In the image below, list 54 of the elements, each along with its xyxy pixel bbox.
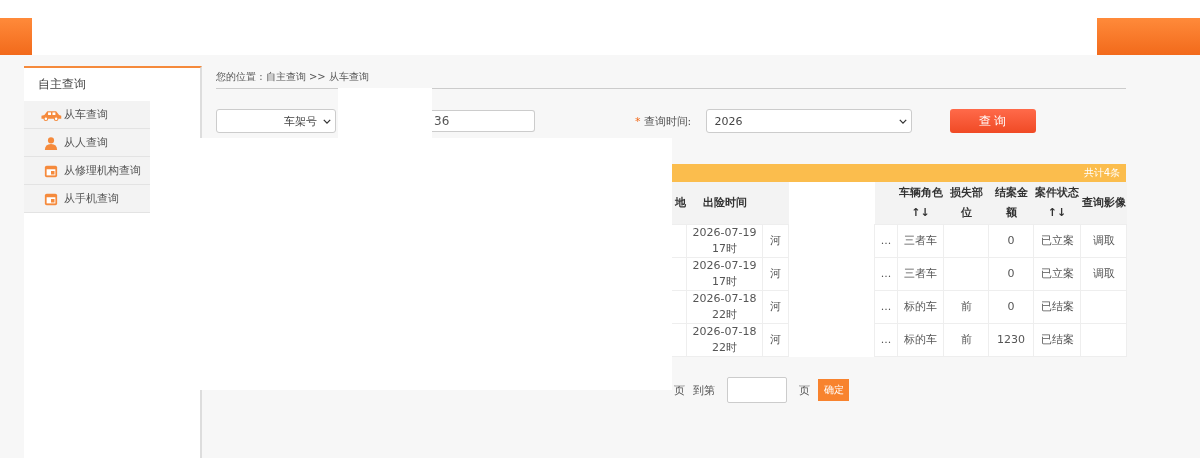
chevron-down-icon (323, 118, 331, 124)
person-icon (44, 135, 58, 150)
table-cell: 河 (762, 323, 789, 357)
sidebar-item[interactable]: 从人查询 (24, 129, 150, 157)
sidebar-item[interactable]: 从手机查询 (24, 185, 150, 213)
table-cell: 2026-07-19 17时 (686, 224, 763, 258)
table-cell: 河 (762, 290, 789, 324)
table-cell: 三者车 (897, 224, 944, 258)
total-count: 共计4条 (1083, 166, 1120, 180)
page-label: 页 (799, 382, 810, 398)
page-input[interactable] (727, 377, 787, 403)
table-cell: ... (874, 290, 898, 324)
time-select[interactable]: 2026 (705, 109, 912, 133)
search-field[interactable]: 36 (432, 110, 535, 132)
table-cell: ... (874, 257, 898, 291)
table-cell: 前 (943, 290, 989, 324)
table-cell: 已结案 (1033, 323, 1081, 357)
column-header: 查询影像 (1080, 182, 1127, 225)
table-cell: 河 (762, 257, 789, 291)
sidebar-item[interactable]: 从车查询 (24, 101, 150, 129)
column-header: 结案金额 (988, 182, 1034, 225)
table-cell: 0 (988, 224, 1034, 258)
table-cell: 已立案 (1033, 224, 1081, 258)
table-cell: 2026-07-18 22时 (686, 290, 763, 324)
table-cell: 前 (943, 323, 989, 357)
goto-label: 到第 (693, 382, 715, 398)
table-cell: 三者车 (897, 257, 944, 291)
sidebar-title: 自主查询 (37, 76, 87, 93)
sidebar-item[interactable]: 从修理机构查询 (24, 157, 150, 185)
field-select[interactable]: 车架号 (216, 109, 336, 133)
table-cell: 2026-07-19 17时 (686, 257, 763, 291)
table-cell[interactable]: 调取 (1080, 224, 1127, 258)
required-mark: * (635, 114, 641, 128)
table-cell: 河 (762, 224, 789, 258)
table-cell: ... (874, 224, 898, 258)
table-cell[interactable]: 调取 (1080, 257, 1127, 291)
table-cell: 已结案 (1033, 290, 1081, 324)
table-cell: 标的车 (897, 323, 944, 357)
table-cell: 2026-07-18 22时 (686, 323, 763, 357)
calendar-icon (44, 163, 58, 178)
table-cell: 已立案 (1033, 257, 1081, 291)
column-header: 出险时间 (686, 182, 763, 225)
calendar-icon (44, 191, 58, 206)
column-header: 车辆角色↑↓ (897, 182, 944, 225)
column-header: 案件状态↑↓ (1033, 182, 1081, 225)
table-cell: 标的车 (897, 290, 944, 324)
column-header: 损失部位 (943, 182, 989, 225)
chevron-down-icon (898, 118, 907, 124)
table-cell: 0 (988, 257, 1034, 291)
time-label: 查询时间: (643, 113, 693, 129)
table-cell: 1230 (988, 323, 1034, 357)
table-cell: ... (874, 323, 898, 357)
table-cell: 0 (988, 290, 1034, 324)
page-label: 页 (674, 382, 685, 398)
